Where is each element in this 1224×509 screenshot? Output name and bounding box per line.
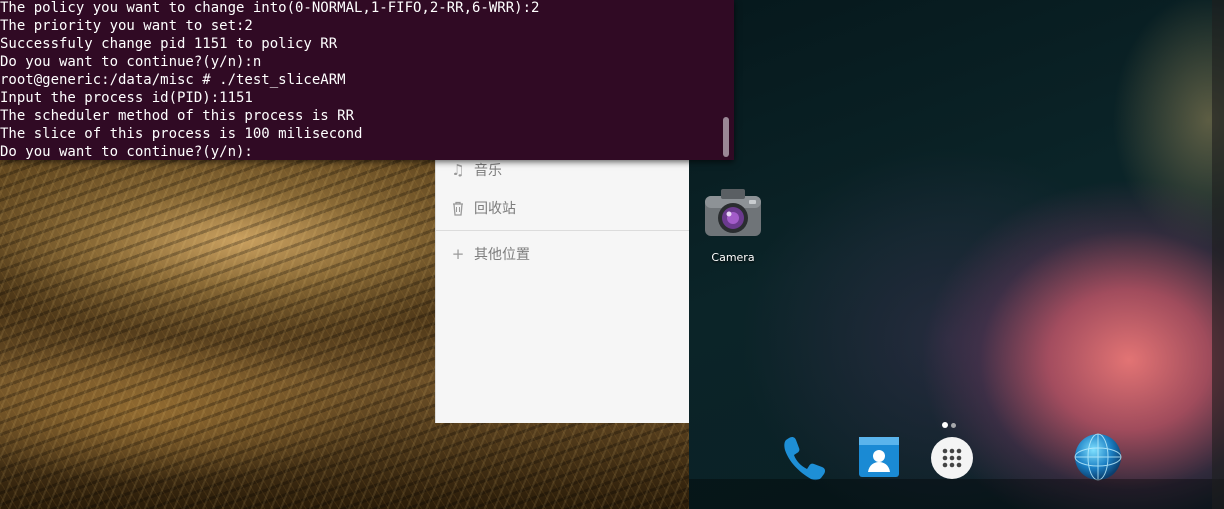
terminal-line: Do you want to continue?(y/n):n <box>0 54 262 70</box>
terminal-window[interactable]: The policy you want to change into(0-NOR… <box>0 0 734 160</box>
sidebar-item-label: 其他位置 <box>474 247 530 263</box>
terminal-line: The scheduler method of this process is … <box>0 108 355 124</box>
file-manager-sidebar: ♫ 音乐 回收站 + 其他位置 <box>435 150 690 423</box>
plus-icon: + <box>451 245 465 263</box>
page-dot-active <box>942 422 948 428</box>
app-camera[interactable]: Camera <box>701 186 765 264</box>
terminal-line: The priority you want to set:2 <box>0 18 253 34</box>
dock-contacts[interactable] <box>854 432 904 482</box>
app-label: Camera <box>711 251 755 264</box>
sidebar-item-trash[interactable]: 回收站 <box>450 196 516 220</box>
terminal-output[interactable]: The policy you want to change into(0-NOR… <box>0 0 539 160</box>
window-edge <box>1212 0 1224 509</box>
android-home-screen: Camera <box>689 0 1224 509</box>
terminal-line: Successfuly change pid 1151 to policy RR <box>0 36 338 52</box>
dock-phone[interactable] <box>779 432 829 482</box>
sidebar-item-label: 音乐 <box>474 163 502 179</box>
terminal-line: The slice of this process is 100 milisec… <box>0 126 363 142</box>
divider <box>436 230 690 231</box>
music-note-icon: ♫ <box>451 161 465 179</box>
sidebar-item-music[interactable]: ♫ 音乐 <box>450 158 502 182</box>
sidebar-item-other-locations[interactable]: + 其他位置 <box>450 242 530 266</box>
terminal-line: Do you want to continue?(y/n): <box>0 144 253 160</box>
dock-all-apps[interactable] <box>928 432 978 482</box>
sidebar-item-label: 回收站 <box>474 201 516 217</box>
trash-icon <box>450 200 466 216</box>
navigation-bar-area <box>689 479 1224 509</box>
terminal-line: The policy you want to change into(0-NOR… <box>0 0 540 16</box>
camera-icon <box>701 186 765 245</box>
page-dot <box>951 423 956 428</box>
terminal-line: root@generic:/data/misc # ./test_sliceAR… <box>0 72 346 88</box>
dock-browser[interactable] <box>1073 432 1123 482</box>
page-indicator <box>942 413 959 432</box>
terminal-scrollbar[interactable] <box>723 117 729 157</box>
terminal-line: Input the process id(PID):1151 <box>0 90 253 106</box>
